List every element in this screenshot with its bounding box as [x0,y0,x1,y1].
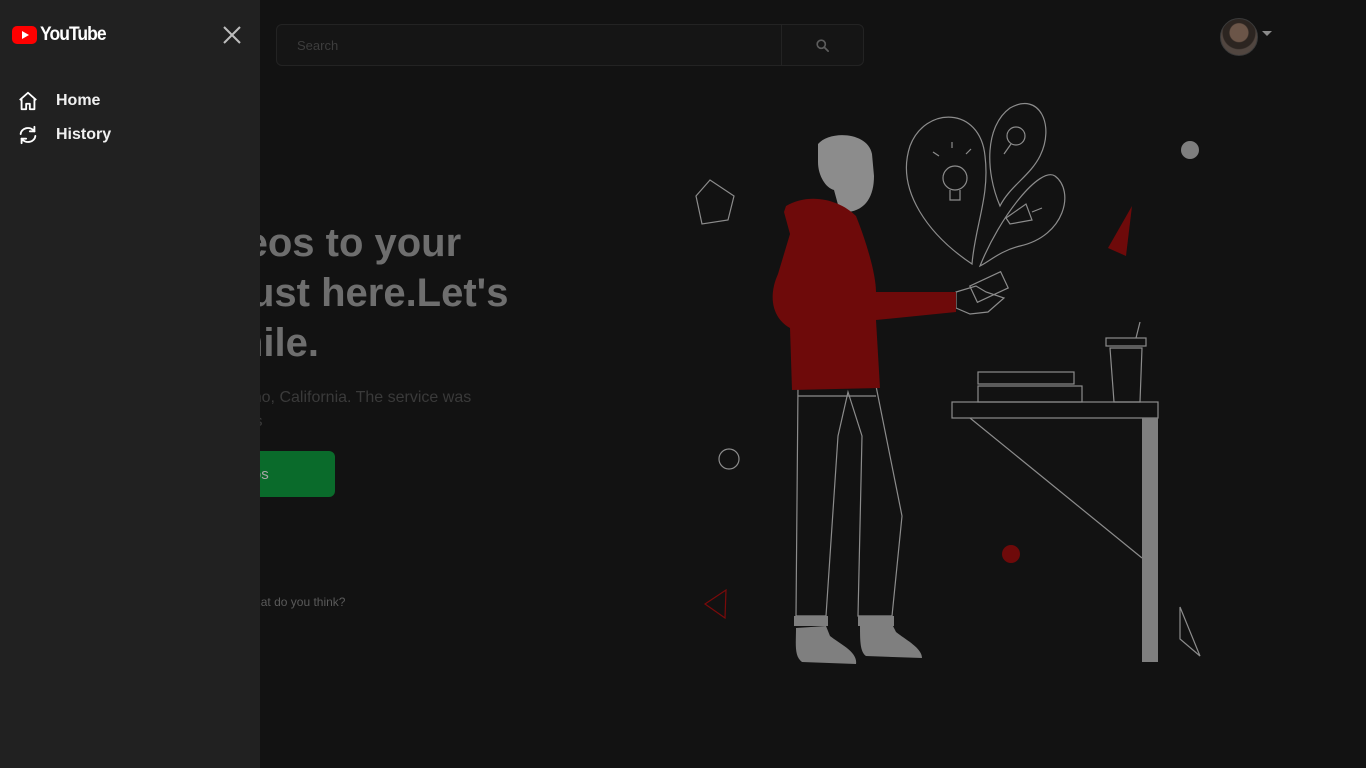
cup-shape [1109,347,1143,403]
grey-dot-shape [1181,141,1199,159]
circle-outline-shape [718,448,740,470]
man-shoe-left [795,626,857,664]
account-menu[interactable] [1220,18,1272,56]
avatar[interactable] [1220,18,1258,56]
sidebar-item-label: History [56,126,112,143]
pentagon-shape [695,179,735,225]
desk-leg [1142,418,1158,662]
search-icon [816,38,829,52]
logo-text: YouTube [40,24,107,45]
man-shoe-right [860,624,922,658]
chevron-down-icon [1262,30,1272,36]
search-bubble-icon [989,102,1047,208]
sidebar-item-history[interactable]: History [16,118,246,152]
close-icon [223,26,241,44]
close-sidebar-button[interactable] [220,23,244,47]
search-bar [276,24,864,66]
desk-top [951,401,1159,419]
hero-illustration [695,102,1201,664]
sidebar-item-home[interactable]: Home [16,84,246,118]
red-triangle-outline-shape [703,588,727,620]
megaphone-bubble-icon [978,174,1066,268]
triangle-outline-shape [1179,606,1201,657]
sidebar-drawer: YouTube Home History [0,0,260,768]
man-legs [795,385,903,617]
youtube-logo[interactable]: YouTube [12,24,111,46]
youtube-play-icon [12,26,37,44]
idea-bubble-icon [905,116,987,266]
sidebar-item-label: Home [56,92,101,109]
search-button[interactable] [781,25,863,65]
sidebar-nav: Home History [16,84,246,152]
red-triangle-shape [1108,206,1132,256]
search-input[interactable] [277,25,781,65]
man-hoodie [772,198,956,390]
red-dot-shape [1002,545,1020,563]
history-icon [16,123,40,147]
home-icon [16,89,40,113]
